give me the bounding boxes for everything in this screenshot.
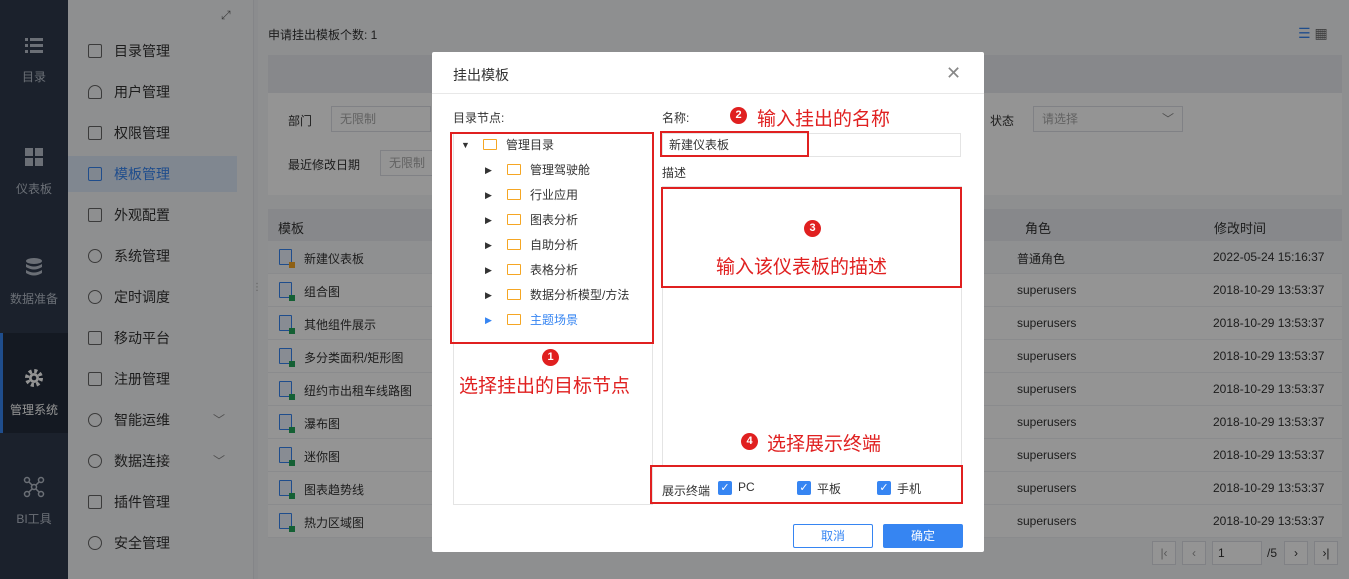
cancel-button[interactable]: 取消 — [793, 524, 873, 548]
annotation-box-name — [660, 131, 809, 157]
desc-label: 描述 — [662, 166, 687, 180]
annotation-number: 2 — [730, 107, 747, 124]
annotation-text: 输入该仪表板的描述 — [716, 257, 888, 278]
confirm-button[interactable]: 确定 — [883, 524, 963, 548]
annotation-number: 1 — [542, 349, 559, 366]
annotation-number: 3 — [804, 220, 821, 237]
dialog-header: 挂出模板 ✕ — [432, 52, 984, 94]
annotation-number: 4 — [741, 433, 758, 450]
close-icon[interactable]: ✕ — [946, 63, 961, 84]
annotation-box-terminal — [650, 465, 963, 504]
annotation-text: 输入挂出的名称 — [757, 109, 891, 130]
annotation-text: 选择挂出的目标节点 — [459, 376, 631, 397]
name-label: 名称: — [662, 111, 690, 125]
modal-overlay-left — [0, 0, 258, 579]
dialog-title: 挂出模板 — [453, 67, 509, 83]
annotation-box-tree — [450, 132, 654, 344]
tree-label: 目录节点: — [453, 111, 505, 125]
annotation-text: 选择展示终端 — [767, 434, 882, 455]
